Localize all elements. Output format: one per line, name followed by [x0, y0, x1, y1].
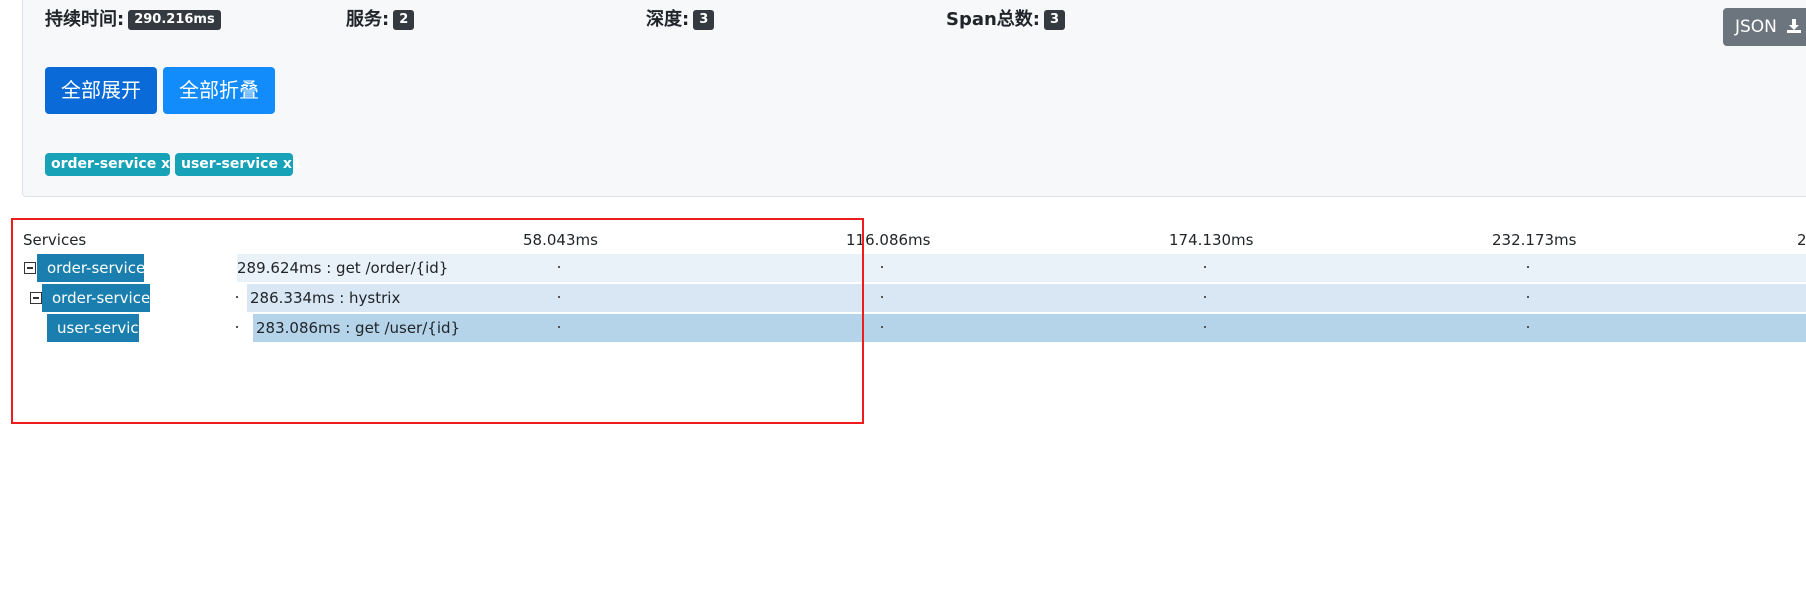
collapse-toggle-icon[interactable]	[30, 292, 42, 304]
span-bar	[253, 314, 1806, 342]
grid-dot	[1527, 296, 1529, 298]
service-label[interactable]: user-service	[47, 314, 148, 342]
download-icon	[1786, 10, 1802, 48]
services-column-header: Services	[23, 231, 87, 249]
services-value: 2	[393, 10, 415, 30]
expand-all-button[interactable]: 全部展开	[45, 67, 157, 114]
span-description: 289.624ms : get /order/{id}	[237, 259, 449, 277]
time-tick-label: 232.173ms	[1492, 231, 1577, 249]
trace-timeline: Services 58.043ms 116.086ms 174.130ms 23…	[0, 225, 1806, 355]
services-stat: 服务: 2	[346, 7, 415, 33]
span-row[interactable]: user-service 283.086ms : get /user/{id}	[0, 314, 1806, 342]
grid-dot	[881, 296, 883, 298]
grid-dot	[1204, 326, 1206, 328]
collapse-all-button[interactable]: 全部折叠	[163, 67, 275, 114]
grid-dot	[558, 266, 560, 268]
grid-dot	[236, 296, 238, 298]
span-row[interactable]: order-service 289.624ms : get /order/{id…	[0, 254, 1806, 282]
service-badge-user-service: user-service x1	[175, 153, 302, 176]
service-badge-order-service: order-service x3	[45, 153, 180, 176]
grid-dot	[1204, 266, 1206, 268]
grid-dot	[558, 326, 560, 328]
json-button-label: JSON	[1735, 17, 1777, 37]
span-total-label: Span总数:	[946, 9, 1041, 30]
time-tick-label: 174.130ms	[1169, 231, 1254, 249]
duration-value: 290.216ms	[128, 10, 221, 30]
grid-dot	[881, 266, 883, 268]
span-description: 286.334ms : hystrix	[250, 289, 401, 307]
service-label[interactable]: order-service	[37, 254, 145, 282]
depth-value: 3	[693, 10, 715, 30]
grid-dot	[881, 326, 883, 328]
time-tick-label: 2	[1797, 231, 1806, 249]
service-label[interactable]: order-service	[42, 284, 150, 312]
span-total-stat: Span总数: 3	[946, 7, 1066, 33]
services-label: 服务:	[346, 9, 390, 30]
grid-dot	[1527, 326, 1529, 328]
time-tick-label: 58.043ms	[523, 231, 598, 249]
duration-stat: 持续时间: 290.216ms	[45, 7, 221, 33]
json-download-button[interactable]: JSON	[1723, 8, 1806, 46]
span-bar	[237, 254, 1806, 282]
depth-stat: 深度: 3	[646, 7, 715, 33]
time-tick-label: 116.086ms	[846, 231, 931, 249]
grid-dot	[1204, 296, 1206, 298]
depth-label: 深度:	[646, 9, 690, 30]
span-row[interactable]: order-service 286.334ms : hystrix	[0, 284, 1806, 312]
span-description: 283.086ms : get /user/{id}	[256, 319, 461, 337]
span-total-value: 3	[1044, 10, 1066, 30]
grid-dot	[236, 326, 238, 328]
span-bar	[247, 284, 1806, 312]
duration-label: 持续时间:	[45, 9, 125, 30]
grid-dot	[1527, 266, 1529, 268]
grid-dot	[558, 296, 560, 298]
collapse-toggle-icon[interactable]	[24, 262, 36, 274]
